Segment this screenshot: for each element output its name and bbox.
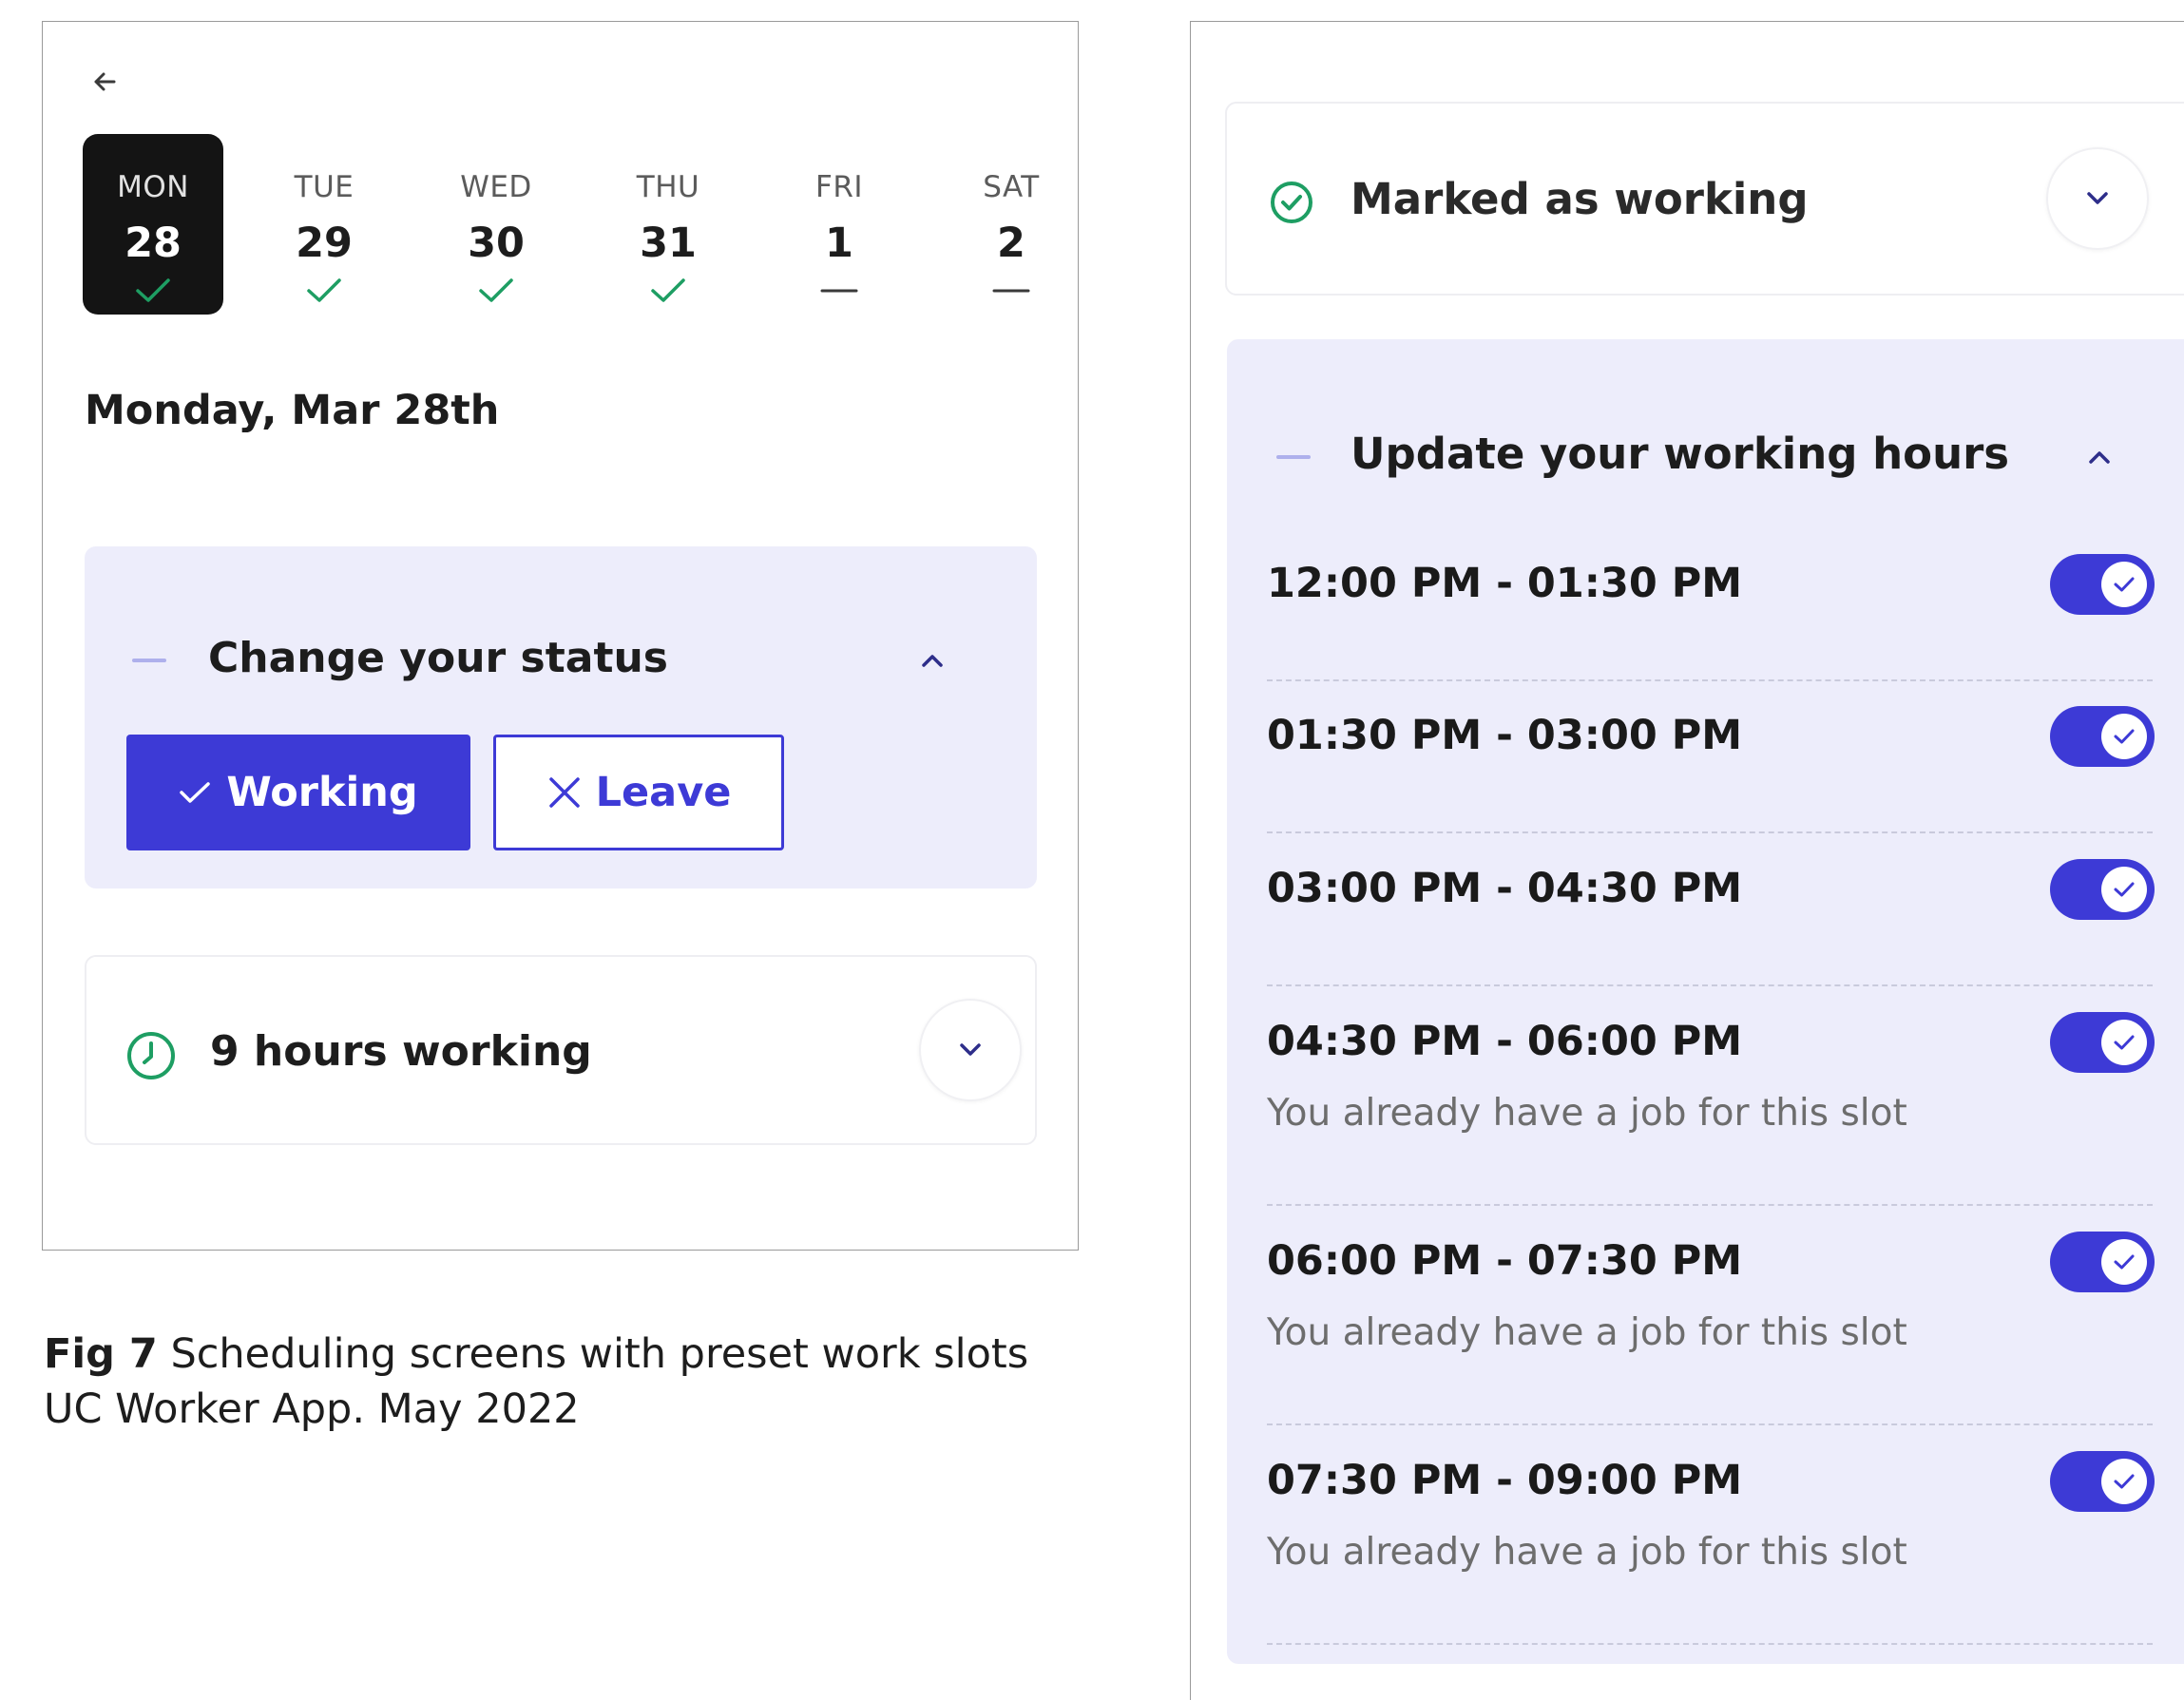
slot-toggle[interactable] <box>2050 1232 2155 1292</box>
day-name: TUE <box>294 170 354 204</box>
time-slot-row: 12:00 PM - 01:30 PM <box>1267 554 2155 681</box>
day-name: MON <box>117 170 189 204</box>
day-tue[interactable]: TUE 29 <box>254 134 394 315</box>
collapse-status-button[interactable] <box>911 640 953 681</box>
close-icon <box>546 774 583 811</box>
day-sat[interactable]: SAT 2 <box>941 134 1082 315</box>
chevron-up-icon <box>922 655 943 667</box>
slot-time: 01:30 PM - 03:00 PM <box>1267 712 1743 759</box>
check-icon <box>479 278 513 302</box>
time-slot-row: 01:30 PM - 03:00 PM <box>1267 706 2155 833</box>
dash-icon <box>820 289 858 293</box>
back-button[interactable] <box>81 58 128 105</box>
slot-time: 07:30 PM - 09:00 PM <box>1267 1457 1743 1504</box>
time-slot-row: 04:30 PM - 06:00 PM You already have a j… <box>1267 1012 2155 1206</box>
slot-time: 03:00 PM - 04:30 PM <box>1267 865 1743 912</box>
check-icon <box>651 278 685 302</box>
slot-toggle[interactable] <box>2050 1012 2155 1073</box>
slot-time: 04:30 PM - 06:00 PM <box>1267 1018 1743 1065</box>
hours-working-label: 9 hours working <box>210 1027 592 1076</box>
day-number: 1 <box>825 220 853 267</box>
dash-icon <box>992 289 1030 293</box>
day-number: 31 <box>640 220 697 267</box>
day-fri[interactable]: FRI 1 <box>769 134 910 315</box>
working-hours-screen: Marked as working Update your working ho… <box>1190 21 2184 1700</box>
day-wed[interactable]: WED 30 <box>426 134 566 315</box>
figure-caption: Fig 7 Scheduling screens with preset wor… <box>44 1327 1028 1437</box>
expand-hours-button[interactable] <box>919 999 1022 1101</box>
marked-working-card[interactable]: Marked as working <box>1225 102 2184 296</box>
figure-number: Fig 7 <box>44 1330 158 1378</box>
slot-conflict-note: You already have a job for this slot <box>1267 1531 1907 1574</box>
day-number: 28 <box>125 220 182 267</box>
day-name: FRI <box>814 170 863 204</box>
update-hours-panel: Update your working hours 12:00 PM - 01:… <box>1227 339 2184 1664</box>
check-icon <box>307 278 341 302</box>
status-card-title: Change your status <box>208 634 668 682</box>
slot-toggle[interactable] <box>2050 554 2155 615</box>
chevron-up-icon <box>2089 451 2110 464</box>
leave-button-label: Leave <box>595 769 732 816</box>
schedule-screen: MON 28 TUE 29 WED 30 THU 31 FRI 1 SAT 2 … <box>42 21 1079 1251</box>
working-hours-summary-card[interactable]: 9 hours working <box>85 955 1037 1145</box>
collapse-hours-button[interactable] <box>2079 436 2120 478</box>
slot-toggle[interactable] <box>2050 1451 2155 1512</box>
toggle-knob <box>2101 1239 2147 1285</box>
slot-toggle[interactable] <box>2050 859 2155 920</box>
check-icon <box>136 278 170 302</box>
day-name: WED <box>460 170 532 204</box>
selected-date-heading: Monday, Mar 28th <box>85 387 500 434</box>
check-icon <box>2114 1254 2135 1270</box>
chevron-down-icon <box>960 1043 981 1056</box>
chevron-down-icon <box>2087 192 2108 204</box>
caption-line-1: Fig 7 Scheduling screens with preset wor… <box>44 1327 1028 1382</box>
week-day-strip: MON 28 TUE 29 WED 30 THU 31 FRI 1 SAT 2 <box>83 134 1062 315</box>
day-mon[interactable]: MON 28 <box>83 134 223 315</box>
slot-toggle[interactable] <box>2050 706 2155 767</box>
expand-marked-button[interactable] <box>2046 147 2149 250</box>
toggle-knob <box>2101 1459 2147 1504</box>
caption-line-2: UC Worker App. May 2022 <box>44 1385 580 1433</box>
scheduling-figure: MON 28 TUE 29 WED 30 THU 31 FRI 1 SAT 2 … <box>0 0 2184 1700</box>
check-icon <box>2114 1035 2135 1050</box>
slot-conflict-note: You already have a job for this slot <box>1267 1092 1907 1135</box>
day-name: THU <box>636 170 700 204</box>
slot-time: 06:00 PM - 07:30 PM <box>1267 1237 1743 1285</box>
day-number: 30 <box>468 220 525 267</box>
working-button-label: Working <box>226 769 418 816</box>
slot-time: 12:00 PM - 01:30 PM <box>1267 560 1743 607</box>
marked-working-label: Marked as working <box>1351 174 1809 224</box>
check-icon <box>179 780 211 805</box>
day-number: 2 <box>997 220 1025 267</box>
toggle-knob <box>2101 562 2147 607</box>
section-dash-icon <box>132 659 166 662</box>
toggle-knob <box>2101 867 2147 912</box>
day-name: SAT <box>983 170 1040 204</box>
check-icon <box>2114 729 2135 744</box>
caption-text: Scheduling screens with preset work slot… <box>170 1330 1029 1378</box>
toggle-knob <box>2101 1020 2147 1065</box>
check-circle-icon <box>1271 181 1312 223</box>
time-slot-row: 06:00 PM - 07:30 PM You already have a j… <box>1267 1232 2155 1425</box>
check-icon <box>2114 577 2135 592</box>
time-slot-row: 03:00 PM - 04:30 PM <box>1267 859 2155 986</box>
arrow-left-icon <box>94 72 116 91</box>
slot-conflict-note: You already have a job for this slot <box>1267 1311 1907 1354</box>
day-number: 29 <box>296 220 353 267</box>
check-icon <box>2114 882 2135 897</box>
check-icon <box>2114 1474 2135 1489</box>
day-thu[interactable]: THU 31 <box>598 134 738 315</box>
change-status-card: Change your status Working Leave <box>85 546 1037 888</box>
section-dash-icon <box>1276 455 1311 459</box>
time-slot-row: 07:30 PM - 09:00 PM You already have a j… <box>1267 1451 2155 1645</box>
leave-button[interactable]: Leave <box>493 735 784 850</box>
toggle-knob <box>2101 714 2147 759</box>
clock-icon <box>127 1032 175 1079</box>
working-button[interactable]: Working <box>126 735 470 850</box>
update-hours-title: Update your working hours <box>1351 429 2010 479</box>
